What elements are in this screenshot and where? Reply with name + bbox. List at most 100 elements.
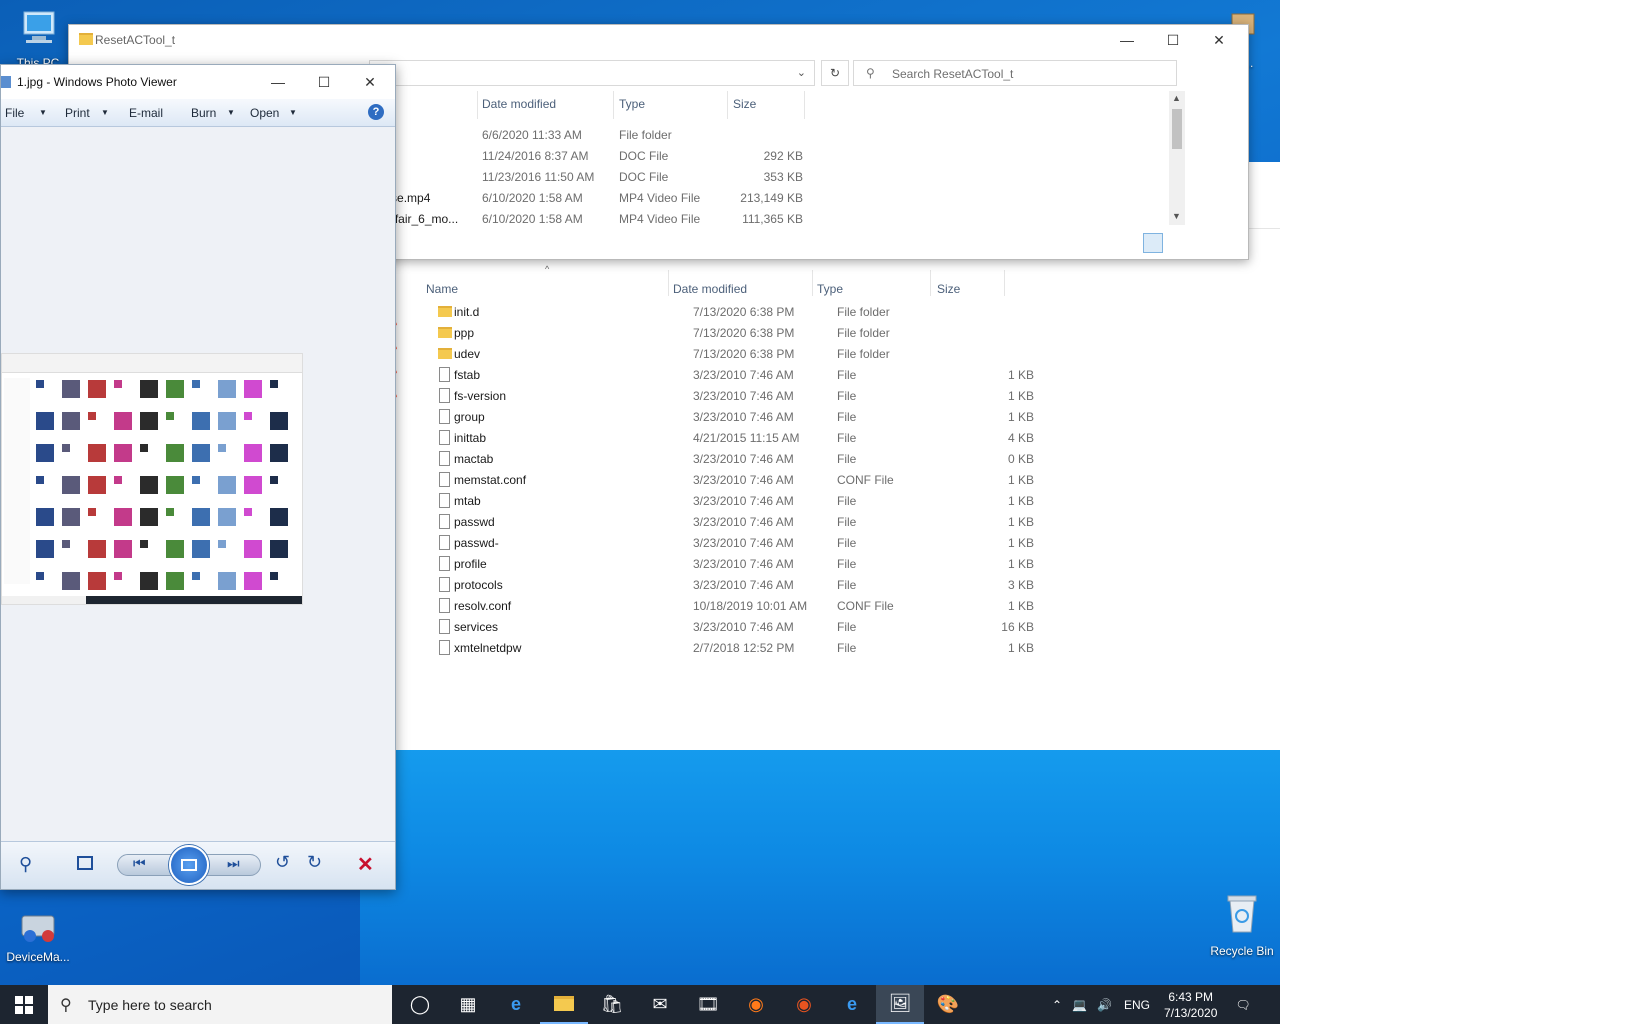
rotate-right-icon[interactable]: ↻ [307,852,322,873]
table-row[interactable]: 11/23/2016 11:50 AM DOC File 353 KB [359,167,839,188]
network-icon[interactable]: 💻 [1072,998,1087,1012]
table-row[interactable]: group 3/23/2010 7:46 AM File 1 KB [430,407,1050,428]
notifications-icon[interactable]: 🗨 [1235,998,1250,1012]
ubuntu-icon[interactable]: ◉ [780,985,828,1024]
next-icon[interactable]: ⏭ [227,855,240,872]
col-header-size[interactable]: Size [733,97,756,117]
address-bar[interactable]: ⌄ [369,60,815,86]
col-header-size[interactable]: Size [937,282,960,302]
thumbnail [88,476,106,494]
scroll-up-icon[interactable]: ▲ [1172,93,1181,103]
table-row[interactable]: fs-version 3/23/2010 7:46 AM File 1 KB [430,386,1050,407]
table-row[interactable]: protocols 3/23/2010 7:46 AM File 3 KB [430,575,1050,596]
windows-icon [15,995,33,1014]
cell-type: File folder [837,347,890,361]
chevron-down-icon[interactable]: ▼ [101,108,109,117]
sort-arrow-icon: ^ [545,264,550,274]
table-row[interactable]: services 3/23/2010 7:46 AM File 16 KB [430,617,1050,638]
start-button[interactable] [0,985,48,1024]
scrollbar[interactable]: ▲ ▼ [1169,91,1185,225]
table-row[interactable]: 6/6/2020 11:33 AM File folder [359,125,839,146]
scroll-thumb[interactable] [1172,109,1182,149]
desktop-icon-this-pc[interactable]: This PC [0,8,76,70]
table-row[interactable]: mactab 3/23/2010 7:46 AM File 0 KB [430,449,1050,470]
desktop-icon-recycle-bin[interactable]: Recycle Bin [1198,890,1286,958]
table-row[interactable]: mtab 3/23/2010 7:46 AM File 1 KB [430,491,1050,512]
table-row[interactable]: init.d 7/13/2020 6:38 PM File folder [430,302,1050,323]
slideshow-button[interactable] [169,845,209,885]
cortana-icon[interactable]: ◯ [396,985,444,1024]
table-row[interactable]: resolv.conf 10/18/2019 10:01 AM CONF File 1… [430,596,1050,617]
menu-email[interactable]: E-mail [129,106,163,120]
thumbnail [114,380,122,388]
chevron-down-icon[interactable]: ▼ [39,108,47,117]
close-button[interactable]: ✕ [1196,25,1242,55]
cell-name: resolv.conf [454,599,512,613]
minimize-button[interactable]: — [1104,25,1150,55]
cell-type: File folder [837,326,890,340]
search-input[interactable]: Type here to search [88,997,212,1013]
store-icon[interactable]: 🛍 [588,985,636,1024]
table-row[interactable]: udev 7/13/2020 6:38 PM File folder [430,344,1050,365]
maximize-button[interactable]: ☐ [1150,25,1196,55]
col-header-date[interactable]: Date modified [482,97,556,117]
mail-icon[interactable]: ✉ [636,985,684,1024]
clock[interactable]: 6:43 PM 7/13/2020 [1164,989,1217,1021]
search-input[interactable]: Search ResetACTool_t [892,67,1013,81]
chevron-down-icon[interactable]: ▼ [289,108,297,117]
menu-file[interactable]: File [5,106,24,120]
table-row[interactable]: asseuse.mp46/10/2020 1:58 AMMP4 Video Fi… [359,188,839,209]
cell-type: MP4 Video File [619,212,701,226]
maximize-button[interactable]: ☐ [301,67,347,97]
language-indicator[interactable]: ENG [1124,998,1150,1012]
file-icon [439,451,450,466]
taskbar-search[interactable]: ⚲ Type here to search [48,985,392,1024]
paint-icon[interactable]: 🎨 [924,985,972,1024]
search-box[interactable]: ⚲ Search ResetACTool_t [853,60,1177,86]
zoom-icon[interactable]: ⚲ [19,854,32,875]
desktop-icon-devicemanager[interactable]: DeviceMa... [0,906,76,964]
title-bar[interactable]: 1.jpg - Windows Photo Viewer — ☐ ✕ [1,65,395,99]
internet-explorer-icon[interactable]: e [828,985,876,1024]
file-explorer-icon[interactable] [540,985,588,1024]
minimize-button[interactable]: — [255,67,301,97]
table-row[interactable]: son_affair_6_mo... 6/10/2020 1:58 AM MP4 V… [359,209,839,230]
firefox-icon[interactable]: ◉ [732,985,780,1024]
col-header-date[interactable]: Date modified [673,282,747,302]
table-row[interactable]: passwd 3/23/2010 7:46 AM File 1 KB [430,512,1050,533]
table-row[interactable]: memstat.conf 3/23/2010 7:46 AM CONF File 1 … [430,470,1050,491]
cell-name: udev [454,347,481,361]
table-row[interactable]: 11/24/2016 8:37 AM DOC File 292 KB [359,146,839,167]
menu-print[interactable]: Print [65,106,90,120]
table-row[interactable]: fstab 3/23/2010 7:46 AM File 1 KB [430,365,1050,386]
delete-icon[interactable]: ✕ [357,852,374,877]
help-icon[interactable]: ? [368,104,384,120]
refresh-button[interactable]: ↻ [821,60,849,86]
col-header-type[interactable]: Type [817,282,843,302]
table-row[interactable]: passwd- 3/23/2010 7:46 AM File 1 KB [430,533,1050,554]
chevron-down-icon[interactable]: ▼ [227,108,235,117]
table-row[interactable]: profile 3/23/2010 7:46 AM File 1 KB [430,554,1050,575]
actual-size-icon[interactable] [77,856,93,870]
col-header-name[interactable]: Name [426,282,458,302]
col-header-type[interactable]: Type [619,97,645,117]
large-icons-view-button[interactable] [1167,233,1187,253]
chevron-up-icon[interactable]: ⌃ [1052,998,1062,1012]
scroll-down-icon[interactable]: ▼ [1172,211,1181,221]
previous-icon[interactable]: ⏮ [133,855,146,872]
task-view-icon[interactable]: ▦ [444,985,492,1024]
menu-open[interactable]: Open [250,106,279,120]
close-button[interactable]: ✕ [347,67,393,97]
details-view-button[interactable] [1143,233,1163,253]
edge-icon[interactable]: e [492,985,540,1024]
table-row[interactable]: ppp 7/13/2020 6:38 PM File folder [430,323,1050,344]
table-row[interactable]: inittab 4/21/2015 11:15 AM File 4 KB [430,428,1050,449]
chevron-down-icon[interactable]: ⌄ [797,66,806,79]
title-bar[interactable]: ResetACTool_t — ☐ ✕ [69,25,1248,55]
volume-icon[interactable]: 🔊 [1097,998,1112,1012]
rotate-left-icon[interactable]: ↺ [275,852,290,873]
menu-burn[interactable]: Burn [191,106,216,120]
table-row[interactable]: xmtelnetdpw 2/7/2018 12:52 PM File 1 KB [430,638,1050,659]
photo-viewer-icon[interactable]: 🖼 [876,985,924,1024]
film-icon[interactable]: 🎞 [684,985,732,1024]
